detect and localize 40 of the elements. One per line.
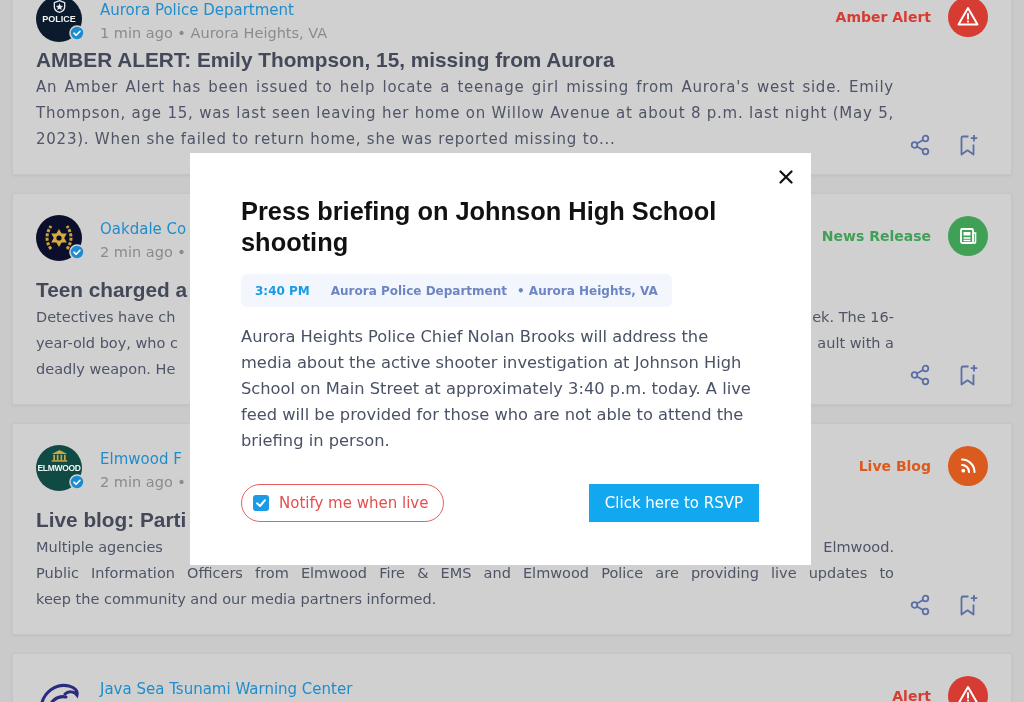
logo-text: POLICE (42, 14, 76, 24)
post-meta: 1 min ago • Aurora Heights, VA (100, 24, 328, 43)
star-emblem-icon (36, 215, 82, 261)
share-icon[interactable] (908, 593, 932, 617)
agency-link[interactable]: Aurora Police Department (100, 0, 294, 20)
post-text-line: keep the community and our media partners informed. (36, 590, 437, 609)
agency-link[interactable]: Oakdale Co (100, 219, 187, 239)
event-location: • Aurora Heights, VA (517, 283, 658, 298)
post-text-line: Public Information Officers from Elmwood Fire & EMS and Elmwood Police are providing live updates to (36, 564, 894, 583)
share-icon[interactable] (908, 133, 932, 157)
category-label: Alert (892, 688, 931, 702)
event-source: Aurora Police Department (330, 283, 507, 298)
category-label: Amber Alert (835, 9, 931, 25)
post-title: Live blog: Parti (36, 507, 187, 533)
close-icon[interactable] (779, 170, 793, 184)
post-meta: 2 min ago • (100, 243, 186, 262)
agency-link[interactable]: Java Sea Tsunami Warning Center (100, 679, 353, 699)
checkbox[interactable] (253, 495, 269, 511)
post-text-line: deadly weapon. He (36, 360, 176, 379)
post-title: Teen charged a (36, 277, 188, 303)
post-text-fragment: Multiple agencies (36, 538, 163, 557)
post-text-fragment: year-old boy, who c (36, 334, 178, 353)
building-drawing (50, 449, 68, 462)
category-label: Live Blog (858, 458, 931, 474)
post-meta: 2 min ago • (100, 473, 186, 492)
post-title: AMBER ALERT: Emily Thompson, 15, missing from Aurora (36, 47, 615, 73)
post-text-fragment: ek. The 16- (812, 308, 894, 327)
post-text: An Amber Alert has been issued to help locate a teenage girl missing from Aurora's west side. Emily Thompson, age 15, was last seen leaving her home on Willow Avenue at about 8 p.m. last night (May 5, 2023). When she failed to return home, she was reported missing to... (36, 77, 894, 150)
category-label: News Release (821, 228, 931, 244)
post-text-fragment: Elmwood. (823, 538, 894, 557)
logo-text: ELMWOOD (37, 463, 81, 473)
post-text-fragment: Detectives have ch (36, 308, 176, 327)
agency-link[interactable]: Elmwood F (100, 449, 182, 469)
shield-star-drawing (52, 0, 66, 13)
event-time: 3:40 PM (255, 283, 310, 298)
share-icon[interactable] (908, 363, 932, 387)
modal-text: Aurora Heights Police Chief Nolan Brooks will address the media about the active shooter investigation at Johnson High School on Main Street at approximately 3:40 p.m. today. A live feed will be provided for those who are not able to attend the briefing in person. (241, 326, 752, 452)
post-text-fragment: ault with a (817, 334, 894, 353)
modal-title: Press briefing on Johnson High School shooting (241, 196, 718, 258)
rsvp-button[interactable]: Click here to RSVP (588, 484, 759, 522)
